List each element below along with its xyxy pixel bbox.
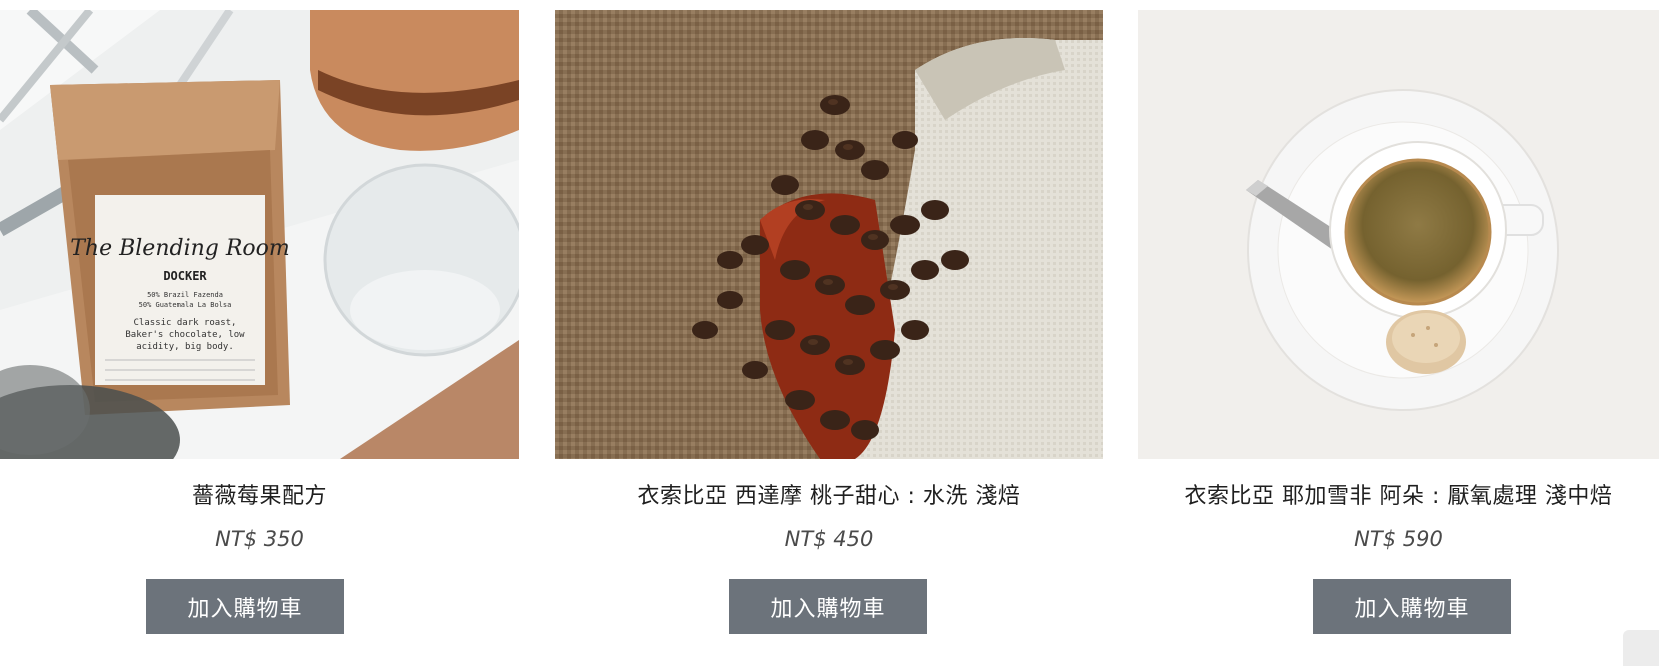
product-card: 衣索比亞 西達摩 桃子甜心 : 水洗 淺焙 NT$ 450 加入購物車 — [555, 10, 1103, 661]
product-price: NT$ 350 — [215, 527, 304, 551]
add-to-cart-button[interactable]: 加入購物車 — [1313, 579, 1511, 634]
svg-text:Baker's chocolate, low: Baker's chocolate, low — [125, 330, 245, 340]
espresso-cup-photo — [1138, 10, 1659, 459]
add-to-cart-button[interactable]: 加入購物車 — [146, 579, 344, 634]
svg-text:DOCKER: DOCKER — [163, 269, 207, 283]
product-price: NT$ 590 — [1354, 527, 1443, 551]
product-name[interactable]: 衣索比亞 西達摩 桃子甜心 : 水洗 淺焙 — [555, 482, 1103, 512]
svg-text:acidity, big body.: acidity, big body. — [136, 342, 234, 352]
product-grid: The Blending Room DOCKER 50% Brazil Faze… — [0, 10, 1659, 661]
svg-text:Classic dark roast,: Classic dark roast, — [134, 318, 237, 328]
product-image[interactable] — [1138, 10, 1659, 459]
svg-text:50% Brazil Fazenda: 50% Brazil Fazenda — [147, 291, 223, 299]
product-card: The Blending Room DOCKER 50% Brazil Faze… — [0, 10, 519, 661]
product-price: NT$ 450 — [784, 527, 874, 551]
product-image[interactable]: The Blending Room DOCKER 50% Brazil Faze… — [0, 10, 519, 459]
product-card: 衣索比亞 耶加雪非 阿朵 : 厭氧處理 淺中焙 NT$ 590 加入購物車 — [1138, 10, 1659, 661]
add-to-cart-button[interactable]: 加入購物車 — [729, 579, 927, 634]
product-name[interactable]: 衣索比亞 耶加雪非 阿朵 : 厭氧處理 淺中焙 — [1138, 482, 1659, 512]
product-name[interactable]: 薔薇莓果配方 — [0, 482, 519, 512]
coffee-bag-photo: The Blending Room DOCKER 50% Brazil Faze… — [0, 10, 519, 459]
svg-text:The Blending Room: The Blending Room — [70, 236, 290, 261]
coffee-beans-photo — [555, 10, 1103, 459]
svg-text:50% Guatemala La Bolsa: 50% Guatemala La Bolsa — [139, 301, 232, 309]
product-image[interactable] — [555, 10, 1103, 459]
